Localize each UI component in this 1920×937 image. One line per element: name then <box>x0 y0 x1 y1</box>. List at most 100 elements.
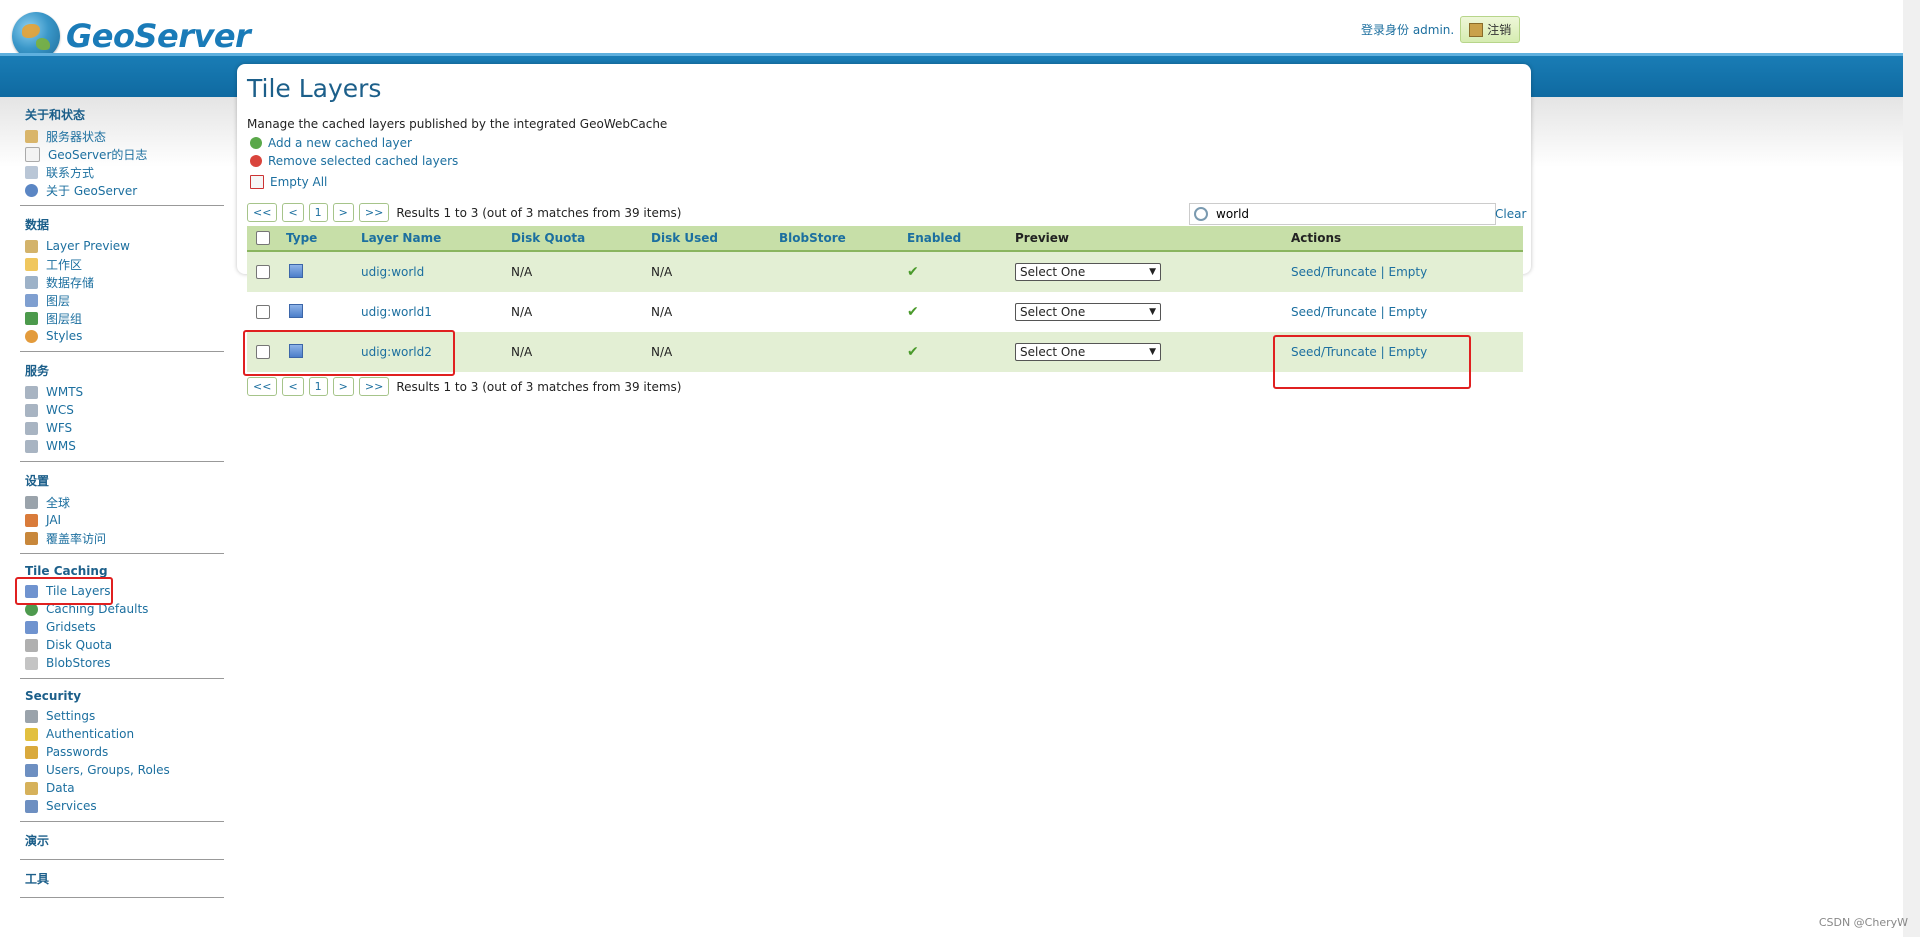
sidebar-item-jai[interactable]: JAI <box>25 511 224 529</box>
sidebar-item-blobstores[interactable]: BlobStores <box>25 654 224 672</box>
header-type[interactable]: Type <box>286 226 361 252</box>
sidebar-item-layer-preview[interactable]: Layer Preview <box>25 237 224 255</box>
sidebar-item-disk-quota[interactable]: Disk Quota <box>25 636 224 654</box>
sidebar-item-security-settings[interactable]: Settings <box>25 707 224 725</box>
sidebar-item-label[interactable]: 工作区 <box>46 256 82 273</box>
sidebar-item-coverage-access[interactable]: 覆盖率访问 <box>25 529 224 547</box>
sidebar-item-label[interactable]: 关于 GeoServer <box>46 182 137 199</box>
sidebar-item-label[interactable]: 数据存储 <box>46 274 94 291</box>
sidebar-item-label[interactable]: 覆盖率访问 <box>46 530 106 547</box>
next-page-button[interactable]: > <box>332 203 354 222</box>
header-select-all[interactable] <box>247 226 286 252</box>
jai-icon <box>25 513 38 527</box>
nav-section-demos[interactable]: 演示 <box>20 832 224 860</box>
sidebar-item-authentication[interactable]: Authentication <box>25 725 224 743</box>
sidebar-item-wfs[interactable]: WFS <box>25 419 224 437</box>
sidebar-item-label[interactable]: BlobStores <box>46 656 111 670</box>
sidebar-item-label[interactable]: 全球 <box>46 494 70 511</box>
page-scrollbar[interactable] <box>1903 0 1920 937</box>
service-icon <box>25 439 38 453</box>
filter-box[interactable] <box>1189 203 1496 225</box>
sidebar-item-label[interactable]: 联系方式 <box>46 164 94 181</box>
last-page-button[interactable]: >> <box>358 377 390 396</box>
sidebar-item-label[interactable]: Passwords <box>46 745 108 759</box>
service-icon <box>25 421 38 435</box>
sidebar-item-label[interactable]: WMTS <box>46 385 83 399</box>
sidebar-item-styles[interactable]: Styles <box>25 327 224 345</box>
remove-cached-layers-link[interactable]: Remove selected cached layers <box>250 154 458 168</box>
header-layer-name[interactable]: Layer Name <box>361 226 511 252</box>
prev-page-button[interactable]: < <box>282 377 304 396</box>
filter-input[interactable] <box>1214 206 1478 222</box>
header-disk-quota[interactable]: Disk Quota <box>511 226 651 252</box>
sidebar-item-data-security[interactable]: Data <box>25 779 224 797</box>
sidebar-item-label[interactable]: Gridsets <box>46 620 96 634</box>
sidebar-item-label[interactable]: 服务器状态 <box>46 128 106 145</box>
sidebar-item-contact[interactable]: 联系方式 <box>25 163 224 181</box>
seed-truncate-link[interactable]: Seed/Truncate <box>1291 265 1377 279</box>
sidebar-item-label[interactable]: Disk Quota <box>46 638 112 652</box>
sidebar-item-label[interactable]: Users, Groups, Roles <box>46 763 170 777</box>
add-cached-layer-link[interactable]: Add a new cached layer <box>250 136 412 150</box>
layer-name-link[interactable]: udig:world1 <box>361 305 432 319</box>
preview-select[interactable]: Select One ▼ <box>1015 343 1161 361</box>
nav-title[interactable]: 工具 <box>25 870 224 887</box>
sidebar-item-about[interactable]: 关于 GeoServer <box>25 181 224 199</box>
select-all-checkbox[interactable] <box>256 231 270 246</box>
empty-link[interactable]: Empty <box>1389 265 1428 279</box>
sidebar-item-stores[interactable]: 数据存储 <box>25 273 224 291</box>
prev-page-button[interactable]: < <box>282 203 304 222</box>
first-page-button[interactable]: << <box>247 203 278 222</box>
next-page-button[interactable]: > <box>332 377 354 396</box>
sidebar-item-label[interactable]: 图层 <box>46 292 70 309</box>
logout-button[interactable]: 注销 <box>1460 16 1521 43</box>
header-enabled[interactable]: Enabled <box>907 226 1015 252</box>
nav-section-tools[interactable]: 工具 <box>20 870 224 898</box>
preview-select[interactable]: Select One ▼ <box>1015 263 1161 281</box>
sidebar-item-label[interactable]: GeoServer的日志 <box>48 146 147 163</box>
empty-all-link[interactable]: Empty All <box>250 175 327 189</box>
highlight-actions <box>1273 335 1471 389</box>
sidebar-item-label[interactable]: WFS <box>46 421 72 435</box>
header-disk-used[interactable]: Disk Used <box>651 226 779 252</box>
clear-filter-link[interactable]: Clear <box>1495 207 1526 221</box>
row-checkbox[interactable] <box>256 265 270 280</box>
shield-icon <box>25 727 38 741</box>
page-description: Manage the cached layers published by th… <box>247 117 668 131</box>
layer-name-link[interactable]: udig:world <box>361 265 424 279</box>
sidebar-item-users-groups-roles[interactable]: Users, Groups, Roles <box>25 761 224 779</box>
sidebar-item-label[interactable]: Services <box>46 799 97 813</box>
sidebar-item-label[interactable]: WMS <box>46 439 76 453</box>
sidebar-item-services-security[interactable]: Services <box>25 797 224 815</box>
sidebar-item-label[interactable]: Settings <box>46 709 95 723</box>
sidebar-item-wms[interactable]: WMS <box>25 437 224 455</box>
sidebar-item-label[interactable]: Authentication <box>46 727 134 741</box>
sidebar-item-label[interactable]: WCS <box>46 403 74 417</box>
last-page-button[interactable]: >> <box>358 203 390 222</box>
row-checkbox[interactable] <box>256 305 270 320</box>
seed-truncate-link[interactable]: Seed/Truncate <box>1291 305 1377 319</box>
sidebar-item-passwords[interactable]: Passwords <box>25 743 224 761</box>
sidebar-item-wmts[interactable]: WMTS <box>25 383 224 401</box>
empty-link[interactable]: Empty <box>1389 305 1428 319</box>
sidebar-item-layers[interactable]: 图层 <box>25 291 224 309</box>
sidebar-item-label[interactable]: JAI <box>46 513 61 527</box>
first-page-button[interactable]: << <box>247 377 278 396</box>
empty-all-label: Empty All <box>270 175 328 189</box>
preview-select[interactable]: Select One ▼ <box>1015 303 1161 321</box>
sidebar-item-logs[interactable]: GeoServer的日志 <box>25 145 224 163</box>
sidebar-item-server-status[interactable]: 服务器状态 <box>25 127 224 145</box>
page-1-button[interactable]: 1 <box>308 377 328 396</box>
sidebar-item-layer-groups[interactable]: 图层组 <box>25 309 224 327</box>
nav-title[interactable]: 演示 <box>25 832 224 849</box>
sidebar-item-label[interactable]: Layer Preview <box>46 239 130 253</box>
sidebar-item-label[interactable]: Styles <box>46 329 82 343</box>
page-1-button[interactable]: 1 <box>308 203 328 222</box>
sidebar-item-workspaces[interactable]: 工作区 <box>25 255 224 273</box>
sidebar-item-label[interactable]: Data <box>46 781 75 795</box>
sidebar-item-wcs[interactable]: WCS <box>25 401 224 419</box>
sidebar-item-global[interactable]: 全球 <box>25 493 224 511</box>
sidebar-item-label[interactable]: 图层组 <box>46 310 82 327</box>
header-blobstore[interactable]: BlobStore <box>779 226 907 252</box>
sidebar-item-gridsets[interactable]: Gridsets <box>25 618 224 636</box>
